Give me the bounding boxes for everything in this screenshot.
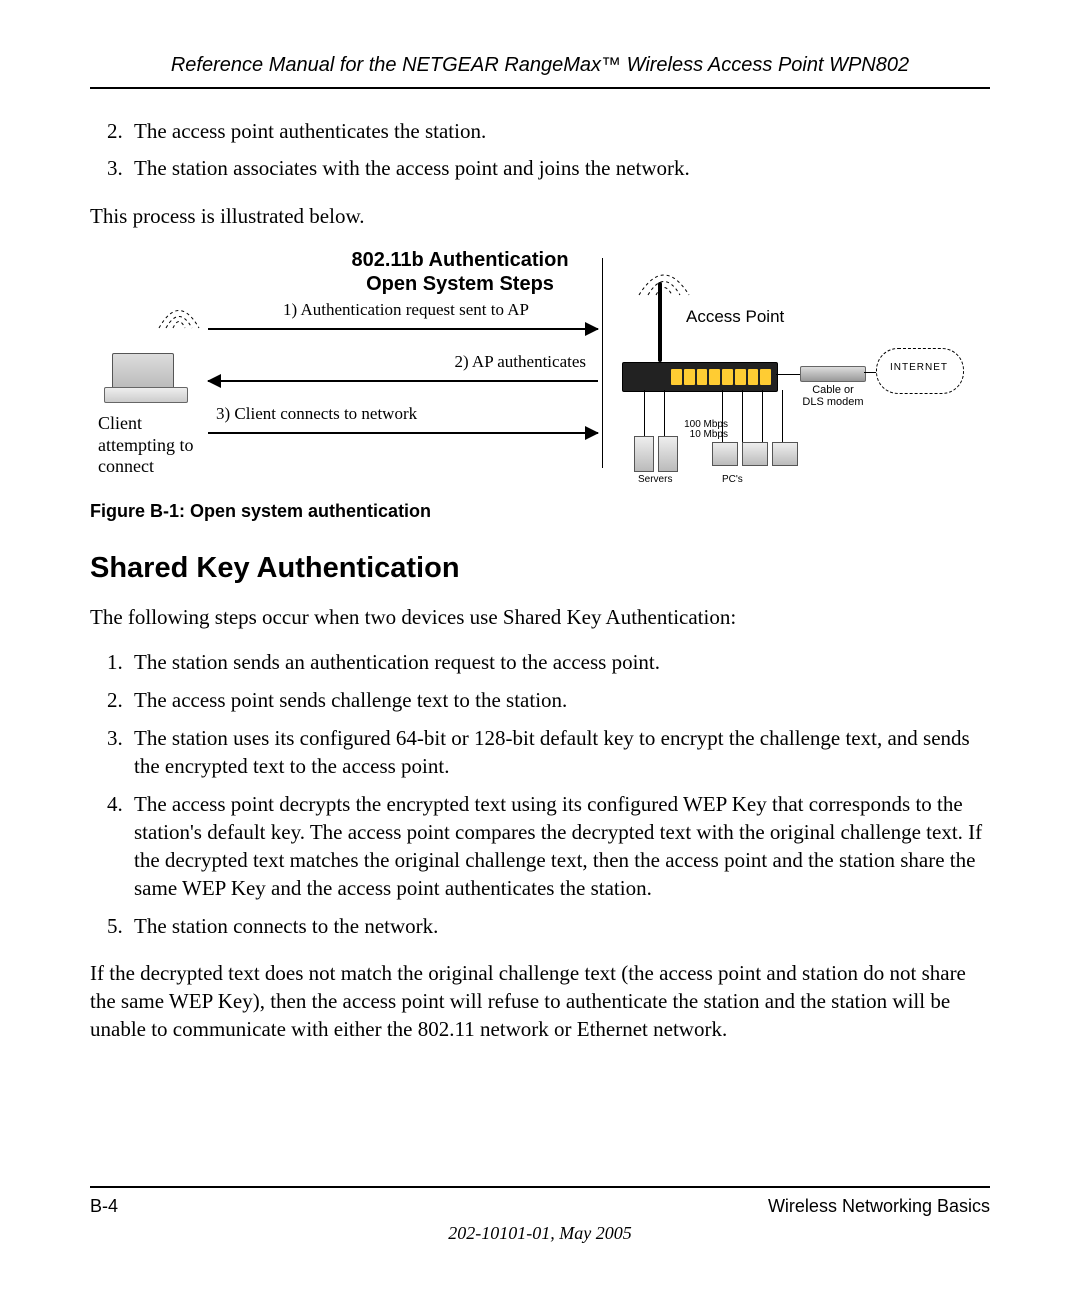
step-label: 2) AP authenticates	[216, 352, 586, 372]
page-number: B-4	[90, 1196, 118, 1217]
figure-title-line2: Open System Steps	[366, 273, 554, 295]
divider	[602, 258, 603, 468]
list-item: The station uses its configured 64-bit o…	[128, 725, 990, 781]
modem-icon	[800, 366, 866, 382]
open-system-steps-cont: The access point authenticates the stati…	[90, 117, 990, 184]
server-icon	[634, 436, 654, 472]
arrow-right-icon	[208, 328, 598, 330]
arrow-right-icon	[208, 432, 598, 434]
running-header: Reference Manual for the NETGEAR RangeMa…	[90, 54, 990, 89]
network-diagram: Access Point Cable or DLS modem INTERNET	[614, 260, 964, 480]
antenna-icon	[658, 282, 662, 362]
list-item: The access point sends challenge text to…	[128, 687, 990, 715]
illustrated-text: This process is illustrated below.	[90, 202, 990, 230]
shared-key-steps: The station sends an authentication requ…	[90, 649, 990, 940]
doc-info: 202-10101-01, May 2005	[90, 1223, 990, 1244]
internet-label: INTERNET	[876, 362, 962, 373]
step-label: 1) Authentication request sent to AP	[216, 300, 596, 320]
list-item: The station connects to the network.	[128, 913, 990, 941]
step-label: 3) Client connects to network	[216, 404, 596, 424]
pcs-label: PC's	[722, 474, 743, 485]
pc-icon	[772, 442, 798, 466]
internet-cloud-icon: INTERNET	[876, 348, 962, 392]
section-heading-shared-key: Shared Key Authentication	[90, 552, 990, 585]
closing-paragraph: If the decrypted text does not match the…	[90, 959, 990, 1044]
figure-title: 802.11b Authentication Open System Steps	[320, 248, 600, 296]
speed-label: 100 Mbps10 Mbps	[670, 420, 728, 440]
list-item: The access point decrypts the encrypted …	[128, 791, 990, 903]
wifi-signal-icon	[634, 260, 694, 300]
pc-icon	[742, 442, 768, 466]
servers-label: Servers	[638, 474, 672, 485]
pc-icon	[712, 442, 738, 466]
client-laptop-icon	[98, 303, 198, 403]
ap-label: Access Point	[686, 307, 784, 327]
section-intro: The following steps occur when two devic…	[90, 603, 990, 631]
server-icon	[658, 436, 678, 472]
figure-open-system-auth: 802.11b Authentication Open System Steps…	[90, 248, 870, 483]
router-icon	[622, 362, 778, 392]
modem-label: Cable or DLS modem	[800, 384, 866, 408]
auth-arrows: 1) Authentication request sent to AP 2) …	[208, 300, 598, 475]
list-item: The access point authenticates the stati…	[128, 117, 990, 146]
client-label: Client attempting to connect	[98, 413, 208, 478]
list-item: The station associates with the access p…	[128, 154, 990, 183]
figure-caption: Figure B-1: Open system authentication	[90, 501, 990, 522]
footer-section: Wireless Networking Basics	[768, 1196, 990, 1217]
page: Reference Manual for the NETGEAR RangeMa…	[0, 0, 1080, 1296]
figure-title-line1: 802.11b Authentication	[351, 249, 568, 271]
arrow-left-icon	[208, 380, 598, 382]
page-footer: B-4 Wireless Networking Basics 202-10101…	[90, 1186, 990, 1244]
list-item: The station sends an authentication requ…	[128, 649, 990, 677]
